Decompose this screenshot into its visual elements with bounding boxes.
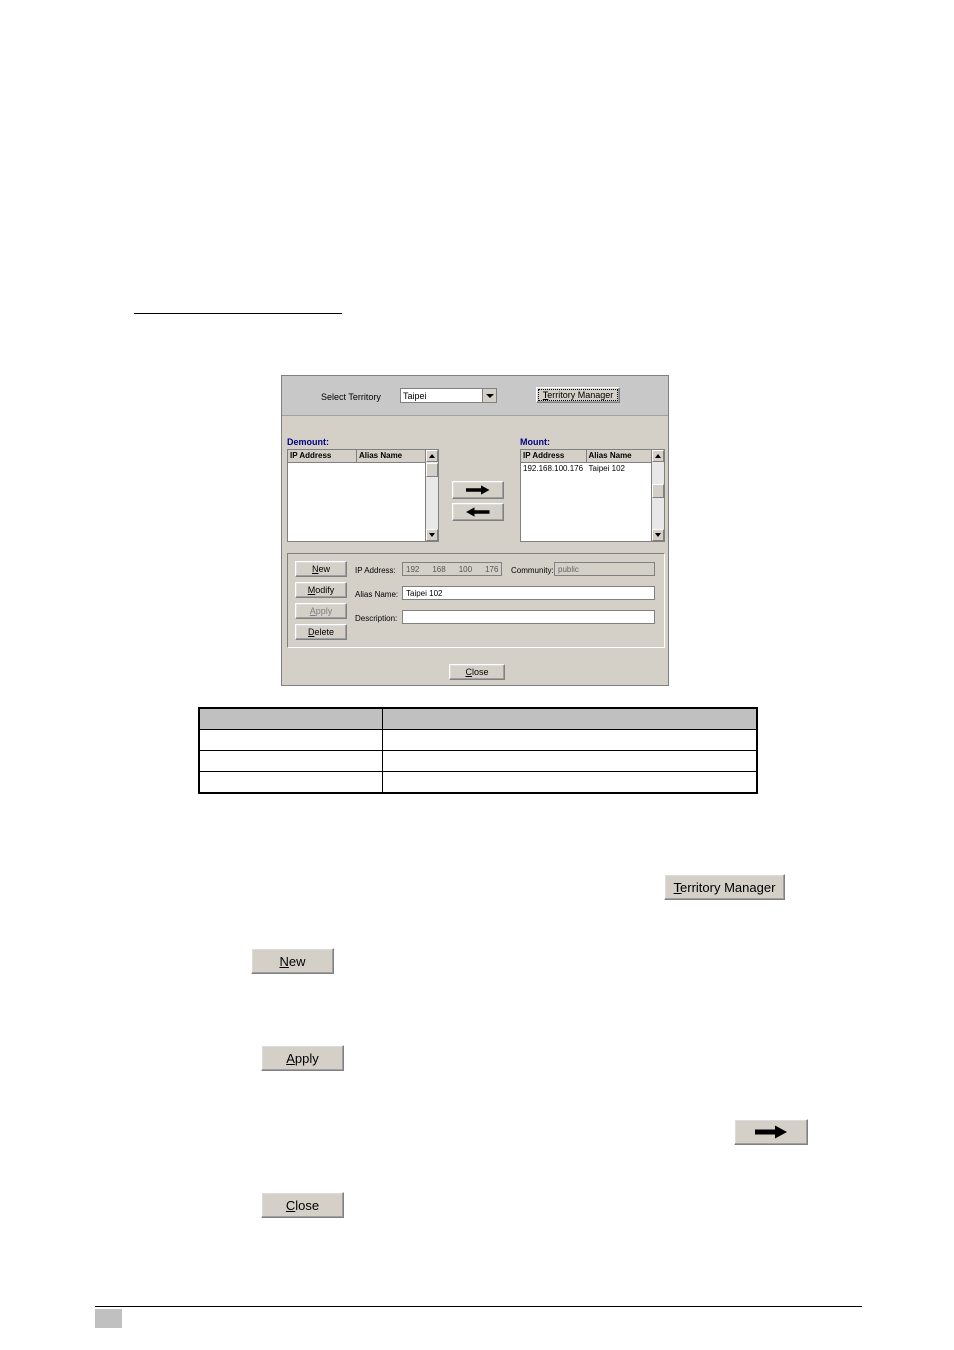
mount-listbox[interactable]: IP Address Alias Name 192.168.100.176 Ta… xyxy=(520,449,665,542)
arrow-right-icon xyxy=(755,1125,787,1139)
description-input[interactable] xyxy=(402,610,655,624)
scroll-down-icon[interactable] xyxy=(652,529,664,541)
mount-row-ip: 192.168.100.176 xyxy=(523,464,584,473)
ip-address-label: IP Address: xyxy=(355,566,396,575)
mount-row-alias: Taipei 102 xyxy=(588,464,625,473)
mount-scrollbar[interactable] xyxy=(651,450,664,541)
community-label: Community: xyxy=(511,566,554,575)
mount-col-alias: Alias Name xyxy=(588,451,632,460)
table-cell-1 xyxy=(198,771,383,794)
arrow-left-icon xyxy=(466,507,490,517)
ip-octet-2: 168 xyxy=(432,564,446,574)
footer-page-box xyxy=(95,1309,122,1328)
territory-combobox[interactable]: Taipei xyxy=(400,388,497,403)
demount-label: Demount: xyxy=(287,437,329,447)
table-header-cell-1 xyxy=(198,707,383,730)
inline-close-button[interactable]: Close xyxy=(261,1192,344,1218)
alias-name-input[interactable]: Taipei 102 xyxy=(402,586,655,600)
inline-territory-manager-button[interactable]: TTerritory Manager xyxy=(664,874,785,900)
demount-scroll-thumb[interactable] xyxy=(426,463,438,477)
territory-combobox-value: Taipei xyxy=(403,391,427,401)
move-right-button[interactable] xyxy=(452,481,504,499)
description-label: Description: xyxy=(355,614,398,623)
mount-listbox-header: IP Address Alias Name xyxy=(521,450,651,463)
inline-new-button[interactable]: New xyxy=(251,948,334,974)
ip-octet-1: 192 xyxy=(406,564,420,574)
inline-move-right-button[interactable] xyxy=(734,1119,808,1145)
table-header-cell-2 xyxy=(382,707,758,730)
table-cell-2 xyxy=(382,729,758,751)
delete-button[interactable]: Delete xyxy=(295,624,347,640)
table-row[interactable]: 192.168.100.176 Taipei 102 xyxy=(521,464,651,476)
table-cell-2 xyxy=(382,771,758,794)
community-input[interactable]: public xyxy=(554,562,655,576)
arrow-right-icon xyxy=(466,485,490,495)
close-button[interactable]: Close xyxy=(449,664,505,680)
table-cell-1 xyxy=(198,729,383,751)
table-cell-1 xyxy=(198,750,383,772)
territory-dialog: Select Territory Taipei TTerritory Manag… xyxy=(281,375,669,686)
ip-octet-4: 176 xyxy=(485,564,499,574)
scroll-down-icon[interactable] xyxy=(426,529,438,541)
ip-octet-3: 100 xyxy=(458,564,473,574)
table-row xyxy=(198,771,758,794)
new-button[interactable]: New xyxy=(295,561,347,577)
modify-button[interactable]: Modify xyxy=(295,582,347,598)
demount-listbox[interactable]: IP Address Alias Name xyxy=(287,449,439,542)
scroll-up-icon[interactable] xyxy=(426,450,438,462)
move-left-button[interactable] xyxy=(452,503,504,521)
demount-listbox-header: IP Address Alias Name xyxy=(288,450,425,463)
footer-rule xyxy=(95,1306,862,1307)
ip-address-input[interactable]: 192 168 100 176 xyxy=(402,562,502,576)
inline-apply-button[interactable]: Apply xyxy=(261,1045,344,1071)
demount-col-ip: IP Address xyxy=(288,450,357,462)
mount-label: Mount: xyxy=(520,437,550,447)
chevron-down-icon[interactable] xyxy=(482,389,496,402)
mount-scroll-thumb[interactable] xyxy=(652,484,664,498)
table-header-row xyxy=(198,707,758,730)
demount-scrollbar[interactable] xyxy=(425,450,438,541)
table-cell-2 xyxy=(382,750,758,772)
alias-name-label: Alias Name: xyxy=(355,590,399,599)
apply-button[interactable]: Apply xyxy=(295,603,347,619)
territory-manager-button-label-rest: Territory Manager xyxy=(542,390,614,400)
table-row xyxy=(198,750,758,772)
territory-manager-button[interactable]: TTerritory Manager xyxy=(536,387,620,403)
scroll-up-icon[interactable] xyxy=(652,450,664,462)
inline-territory-manager-label: Territory Manager xyxy=(673,879,776,895)
demount-col-alias: Alias Name xyxy=(359,451,403,460)
select-territory-label: Select Territory xyxy=(321,392,381,402)
heading-underline xyxy=(134,313,342,314)
mount-col-ip: IP Address xyxy=(521,450,587,462)
description-table xyxy=(198,707,758,794)
table-row xyxy=(198,729,758,751)
